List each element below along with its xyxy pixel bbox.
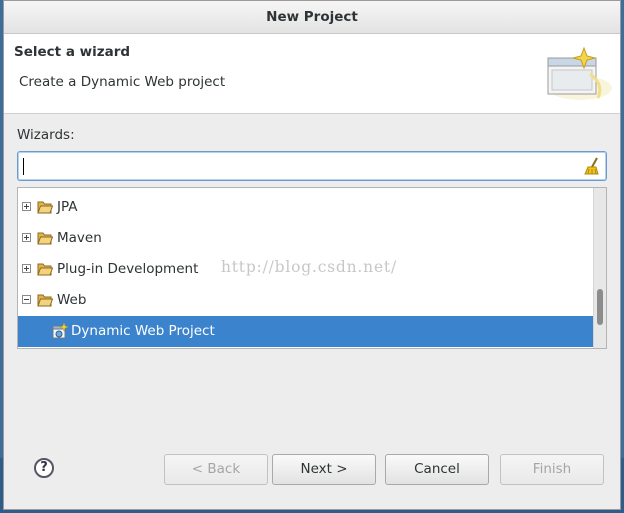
wizard-filter-input[interactable]	[17, 151, 607, 181]
tree-item-label: Web	[57, 292, 87, 308]
finish-button[interactable]: Finish	[500, 454, 604, 485]
expand-toggle-icon[interactable]	[22, 202, 31, 211]
text-caret	[23, 158, 24, 175]
wizard-banner: Select a wizard Create a Dynamic Web pro…	[4, 34, 620, 114]
banner-title: Select a wizard	[14, 44, 131, 60]
next-button[interactable]: Next >	[272, 454, 376, 485]
wizards-label: Wizards:	[17, 127, 75, 143]
collapse-toggle-icon[interactable]	[22, 295, 31, 304]
banner-description: Create a Dynamic Web project	[19, 74, 226, 90]
new-wizard-banner-icon	[547, 46, 612, 100]
dynamic-web-project-icon	[52, 323, 68, 339]
tree-vertical-scrollbar[interactable]	[593, 188, 606, 348]
tree-item-maven[interactable]: Maven	[18, 223, 594, 254]
expand-toggle-icon[interactable]	[22, 264, 31, 273]
clear-filter-broom-icon[interactable]	[582, 156, 602, 176]
cancel-button[interactable]: Cancel	[385, 454, 489, 485]
expand-toggle-icon[interactable]	[22, 233, 31, 242]
tree-item-dynamic-web-project[interactable]: Dynamic Web Project	[18, 316, 594, 347]
folder-icon	[37, 201, 53, 214]
new-project-dialog: New Project Select a wizard Create a Dyn…	[3, 0, 621, 510]
tree-item-web[interactable]: Web	[18, 285, 594, 316]
tree-item-label: Maven	[57, 230, 102, 246]
watermark-text: http://blog.csdn.net/	[221, 258, 397, 276]
tree-item-jpa[interactable]: JPA	[18, 192, 594, 223]
tree-item-label: JPA	[57, 199, 78, 215]
tree-item-label: Plug-in Development	[57, 261, 199, 277]
scrollbar-thumb[interactable]	[597, 289, 603, 325]
folder-icon	[37, 232, 53, 245]
tree-item-label: Dynamic Web Project	[71, 323, 215, 339]
dialog-title: New Project	[4, 1, 620, 34]
back-button[interactable]: < Back	[164, 454, 268, 485]
folder-open-icon	[37, 294, 53, 307]
help-icon[interactable]: ?	[34, 458, 54, 478]
folder-icon	[37, 263, 53, 276]
